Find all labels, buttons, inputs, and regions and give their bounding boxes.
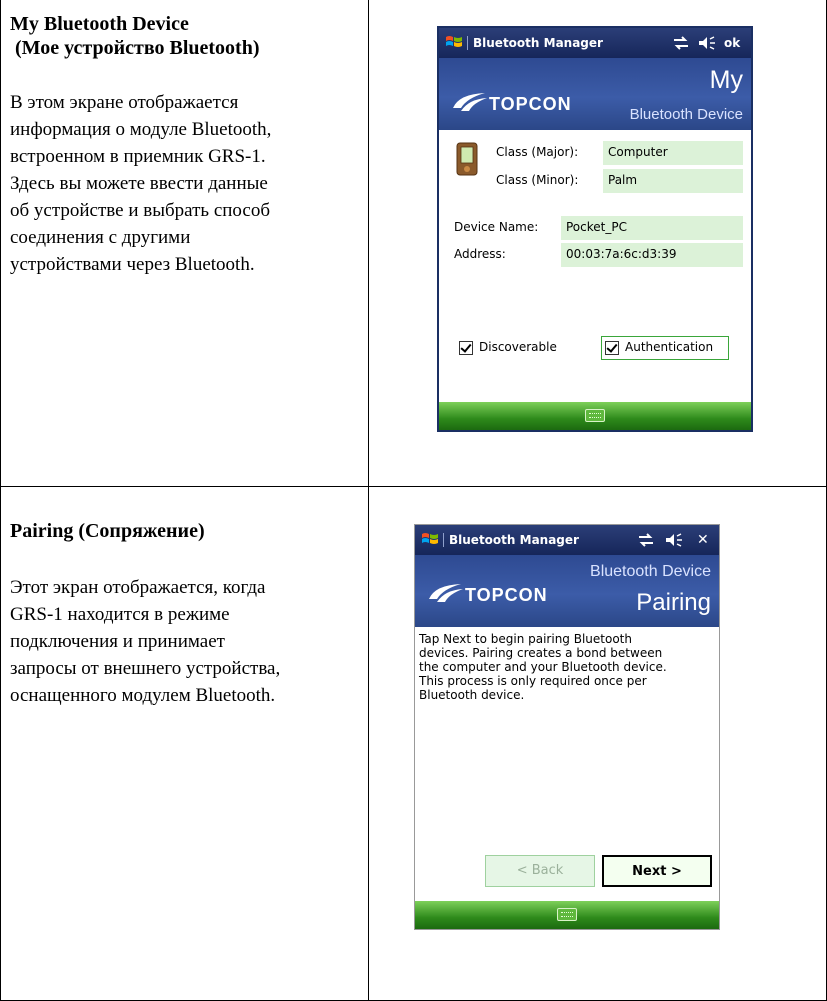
topcon-logo-icon [429, 584, 463, 602]
status-bar: Bluetooth Manager ok [439, 28, 751, 58]
class-minor-label: Class (Minor): [496, 173, 579, 187]
description-line: GRS-1 находится в режиме [10, 604, 230, 625]
instruction-line: the computer and your Bluetooth device. [419, 660, 667, 674]
discoverable-checkbox[interactable] [459, 341, 473, 355]
section-description-my-bluetooth-device: В этом экране отображается информация о м… [10, 89, 271, 278]
status-separator [467, 36, 468, 50]
table-column-divider [368, 0, 369, 1001]
instruction-line: Bluetooth device. [419, 688, 525, 702]
app-title: Bluetooth Manager [449, 533, 579, 547]
class-major-value: Computer [603, 141, 743, 165]
section-description-pairing: Этот экран отображается, когда GRS-1 нахо… [10, 574, 280, 709]
windows-start-icon[interactable] [421, 530, 439, 548]
discoverable-label[interactable]: Discoverable [479, 340, 557, 354]
header-subtitle: Bluetooth Device [590, 563, 711, 580]
volume-icon[interactable] [664, 531, 684, 549]
next-button-label: Next > [632, 864, 682, 879]
description-line: устройствами через Bluetooth. [10, 254, 255, 275]
title-line-2: (Мое устройство Bluetooth) [10, 37, 260, 59]
description-line: соединения с другими [10, 227, 191, 248]
next-button[interactable]: Next > [602, 855, 712, 887]
volume-icon[interactable] [697, 34, 717, 52]
description-line: оснащенного модулем Bluetooth. [10, 685, 276, 706]
description-line: В этом экране отображается [10, 92, 239, 113]
address-label: Address: [454, 247, 506, 261]
description-line: запросы от внешнего устройства, [10, 658, 281, 679]
authentication-label[interactable]: Authentication [625, 340, 713, 354]
close-icon[interactable]: ✕ [697, 532, 709, 548]
header-title-my: My [709, 66, 743, 94]
class-minor-value: Palm [603, 169, 743, 193]
description-line: подключения и принимает [10, 631, 225, 652]
pairing-instructions: Tap Next to begin pairing Bluetooth devic… [419, 632, 717, 702]
description-line: информация о модуле Bluetooth, [10, 119, 272, 140]
address-value: 00:03:7a:6c:d3:39 [561, 243, 743, 267]
authentication-checkbox[interactable] [605, 341, 619, 355]
header-title-pairing: Pairing [636, 589, 711, 616]
title-line-1: My Bluetooth Device [10, 13, 189, 35]
description-line: Здесь вы можете ввести данные [10, 173, 268, 194]
topcon-header: TOPCON Bluetooth Device Pairing [415, 555, 719, 627]
soft-keyboard-bar [439, 402, 751, 430]
header-subtitle: Bluetooth Device [629, 106, 743, 123]
windows-start-icon[interactable] [445, 33, 463, 51]
device-screen-pairing: Bluetooth Manager ✕ TOPCON Bluetooth Dev… [414, 524, 720, 930]
instruction-line: Tap Next to begin pairing Bluetooth [419, 632, 632, 646]
table-border-left [0, 0, 1, 1001]
back-button[interactable]: < Back [485, 855, 595, 887]
keyboard-icon[interactable] [585, 409, 605, 422]
description-line: об устройстве и выбрать способ [10, 200, 270, 221]
instruction-line: devices. Pairing creates a bond between [419, 646, 663, 660]
topcon-brand: TOPCON [465, 585, 548, 605]
pda-device-icon [456, 142, 478, 176]
soft-keyboard-bar [415, 901, 719, 929]
class-major-label: Class (Major): [496, 145, 579, 159]
topcon-header: TOPCON My Bluetooth Device [439, 58, 751, 130]
ok-button[interactable]: ok [724, 36, 740, 50]
connectivity-icon[interactable] [636, 531, 656, 549]
description-line: Этот экран отображается, когда [10, 577, 266, 598]
app-title: Bluetooth Manager [473, 36, 603, 50]
instruction-line: This process is only required once per [419, 674, 647, 688]
device-name-label: Device Name: [454, 220, 539, 234]
table-row-divider [0, 486, 827, 487]
document-table: My Bluetooth Device (Мое устройство Blue… [0, 0, 827, 1001]
connectivity-icon[interactable] [671, 34, 691, 52]
topcon-brand: TOPCON [489, 94, 572, 114]
status-separator [443, 533, 444, 547]
status-bar: Bluetooth Manager ✕ [415, 525, 719, 555]
description-line: встроенном в приемник GRS-1. [10, 146, 266, 167]
keyboard-icon[interactable] [557, 908, 577, 921]
topcon-logo-icon [453, 93, 487, 111]
section-title-my-bluetooth-device: My Bluetooth Device (Мое устройство Blue… [10, 12, 260, 60]
device-screen-my-bluetooth: Bluetooth Manager ok TOPCON My Bluetooth… [437, 26, 753, 432]
section-title-pairing: Pairing (Сопряжение) [10, 520, 205, 542]
device-name-value[interactable]: Pocket_PC [561, 216, 743, 240]
